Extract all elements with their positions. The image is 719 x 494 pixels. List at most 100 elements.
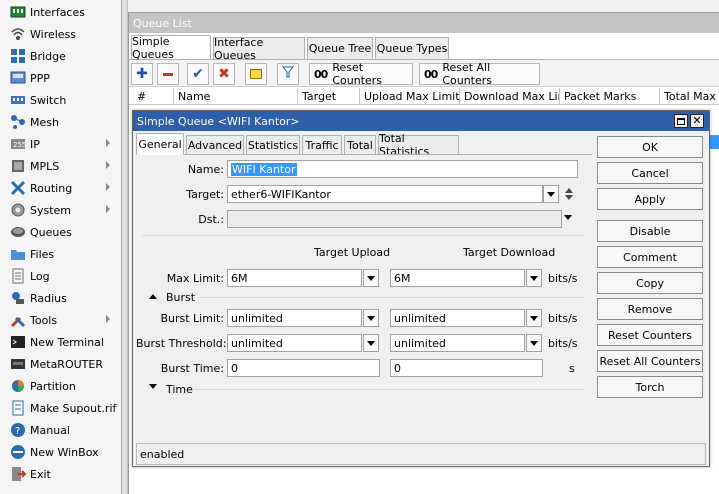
ok-button[interactable]: OK xyxy=(597,136,703,158)
filter-button[interactable] xyxy=(277,63,299,85)
target-dropdown-button[interactable] xyxy=(543,185,559,203)
max-limit-upload-input[interactable]: 6M xyxy=(227,269,362,287)
reset-counters-button[interactable]: Reset Counters xyxy=(597,324,703,346)
remove-button[interactable]: Remove xyxy=(597,298,703,320)
column-target[interactable]: Target xyxy=(297,88,359,105)
svg-text:?: ? xyxy=(15,426,20,437)
sidebar-item-partition[interactable]: Partition xyxy=(0,375,120,397)
chevron-down-icon xyxy=(547,191,555,197)
burst-limit-upload-dropdown[interactable] xyxy=(363,309,379,327)
target-label: Target: xyxy=(186,188,224,201)
sidebar-item-interfaces[interactable]: Interfaces xyxy=(0,1,120,23)
column-upload-max-limit[interactable]: Upload Max Limit xyxy=(359,88,459,105)
system-icon xyxy=(10,202,26,218)
sidebar-item-make-supout[interactable]: Make Supout.rif xyxy=(0,397,120,419)
terminal-icon xyxy=(10,334,26,350)
apply-button[interactable]: Apply xyxy=(597,188,703,210)
burst-limit-download-input[interactable]: unlimited xyxy=(390,309,525,327)
sidebar-item-radius[interactable]: Radius xyxy=(0,287,120,309)
sidebar-item-new-terminal[interactable]: New Terminal xyxy=(0,331,120,353)
manual-icon: ? xyxy=(10,422,26,438)
submenu-arrow-icon xyxy=(106,205,110,213)
disable-button[interactable]: Disable xyxy=(597,220,703,242)
close-button[interactable]: ✕ xyxy=(690,114,704,128)
name-input[interactable]: WIFI Kantor xyxy=(227,160,578,178)
tab-interface-queues[interactable]: Interface Queues xyxy=(213,36,305,62)
tab-advanced[interactable]: Advanced xyxy=(186,135,244,154)
divider xyxy=(142,235,584,236)
sidebar-item-label: Switch xyxy=(30,93,67,107)
sidebar-item-ip[interactable]: 255 IP xyxy=(0,133,120,155)
tab-general[interactable]: General xyxy=(136,133,184,155)
sidebar-item-system[interactable]: System xyxy=(0,199,120,221)
comment-button[interactable] xyxy=(245,63,267,85)
tab-queue-tree[interactable]: Queue Tree xyxy=(307,37,373,59)
burst-threshold-upload-input[interactable]: unlimited xyxy=(227,334,362,352)
column-name[interactable]: Name xyxy=(173,88,297,105)
tab-simple-queues[interactable]: Simple Queues xyxy=(131,35,211,61)
sidebar-item-log[interactable]: Log xyxy=(0,265,120,287)
burst-limit-label: Burst Limit: xyxy=(160,312,224,325)
ip-icon: 255 xyxy=(10,136,26,152)
maximize-button[interactable] xyxy=(674,114,688,128)
sidebar-item-routing[interactable]: Routing xyxy=(0,177,120,199)
switch-icon xyxy=(10,92,26,108)
sidebar-item-metarouter[interactable]: MetaROUTER xyxy=(0,353,120,375)
sidebar-item-new-winbox[interactable]: New WinBox xyxy=(0,441,120,463)
tab-queue-types[interactable]: Queue Types xyxy=(375,37,449,59)
reset-counters-button[interactable]: 00 Reset Counters xyxy=(309,61,413,87)
max-limit-download-dropdown[interactable] xyxy=(526,269,542,287)
burst-time-download-input[interactable]: 0 xyxy=(390,359,543,377)
tab-total[interactable]: Total xyxy=(344,135,376,154)
sidebar-item-exit[interactable]: Exit xyxy=(0,463,120,485)
column-total-max-limit[interactable]: Total Max Li xyxy=(659,88,719,105)
column-download-max-limit[interactable]: Download Max Limit xyxy=(459,88,559,105)
sidebar-item-files[interactable]: Files xyxy=(0,243,120,265)
tab-statistics[interactable]: Statistics xyxy=(246,135,300,154)
enable-button[interactable]: ✔ xyxy=(187,63,209,85)
burst-collapse-icon[interactable] xyxy=(148,290,158,303)
comment-button[interactable]: Comment xyxy=(597,246,703,268)
sidebar-item-manual[interactable]: ? Manual xyxy=(0,419,120,441)
torch-button[interactable]: Torch xyxy=(597,376,703,398)
counter-icon: 00 xyxy=(424,67,438,81)
reset-all-counters-button[interactable]: Reset All Counters xyxy=(597,350,703,372)
dst-dropdown-icon[interactable] xyxy=(564,215,572,220)
selected-row-highlight[interactable] xyxy=(709,135,719,149)
dst-input[interactable] xyxy=(227,210,562,228)
column-packet-marks[interactable]: Packet Marks xyxy=(559,88,659,105)
burst-limit-download-dropdown[interactable] xyxy=(526,309,542,327)
target-input[interactable]: ether6-WIFIKantor xyxy=(227,185,543,203)
sidebar-item-wireless[interactable]: Wireless xyxy=(0,23,120,45)
column-number[interactable]: # xyxy=(129,88,173,105)
burst-time-upload-input[interactable]: 0 xyxy=(227,359,380,377)
target-updown-icon[interactable] xyxy=(564,186,574,202)
sidebar-item-mesh[interactable]: Mesh xyxy=(0,111,120,133)
max-limit-unit: bits/s xyxy=(548,272,578,285)
cross-icon: ✖ xyxy=(218,66,230,82)
add-button[interactable]: ✚ xyxy=(131,63,153,85)
sidebar-item-ppp[interactable]: PPP xyxy=(0,67,120,89)
sidebar-item-queues[interactable]: Queues xyxy=(0,221,120,243)
sidebar-item-mpls[interactable]: MPLS xyxy=(0,155,120,177)
burst-threshold-download-dropdown[interactable] xyxy=(526,334,542,352)
disable-button[interactable]: ✖ xyxy=(213,63,235,85)
max-limit-download-input[interactable]: 6M xyxy=(390,269,525,287)
copy-button[interactable]: Copy xyxy=(597,272,703,294)
burst-threshold-upload-dropdown[interactable] xyxy=(363,334,379,352)
burst-threshold-download-input[interactable]: unlimited xyxy=(390,334,525,352)
sidebar-item-switch[interactable]: Switch xyxy=(0,89,120,111)
sidebar-item-tools[interactable]: Tools xyxy=(0,309,120,331)
burst-limit-upload-input[interactable]: unlimited xyxy=(227,309,362,327)
sidebar-item-label: Routing xyxy=(30,181,73,195)
remove-button[interactable] xyxy=(157,63,179,85)
sidebar-item-label: System xyxy=(30,203,72,217)
tab-total-statistics[interactable]: Total Statistics xyxy=(378,132,459,158)
time-expand-icon[interactable] xyxy=(148,381,158,394)
max-limit-upload-dropdown[interactable] xyxy=(363,269,379,287)
submenu-arrow-icon xyxy=(106,183,110,191)
sidebar-item-bridge[interactable]: Bridge xyxy=(0,45,120,67)
tab-traffic[interactable]: Traffic xyxy=(302,135,342,154)
reset-all-counters-button[interactable]: 00 Reset All Counters xyxy=(419,61,540,87)
cancel-button[interactable]: Cancel xyxy=(597,162,703,184)
